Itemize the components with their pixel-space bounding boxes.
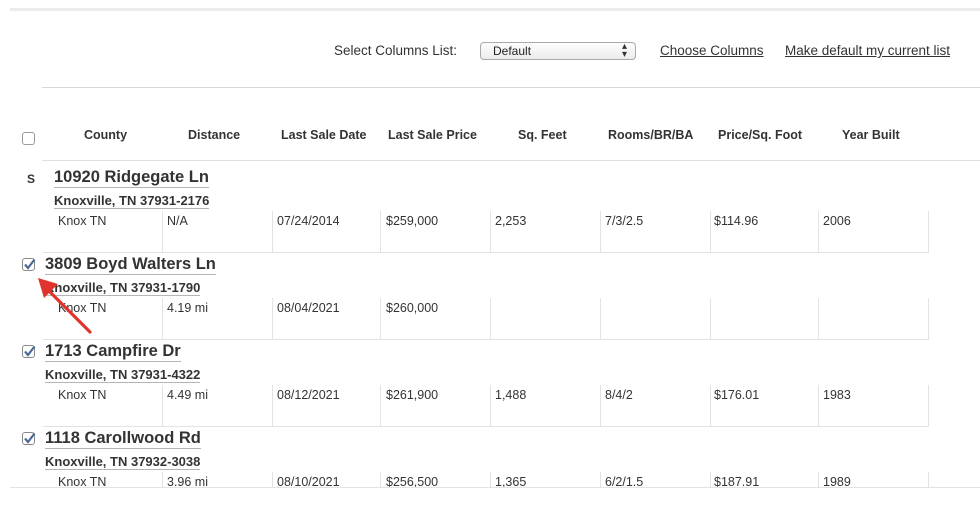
table-row: Knox TN 4.19 mi 08/04/2021 $260,000 bbox=[43, 298, 929, 340]
subject-tag: S bbox=[27, 172, 36, 186]
select-all-checkbox[interactable] bbox=[22, 132, 35, 145]
cell-price-sqft bbox=[711, 298, 819, 340]
columns-toolbar: Select Columns List: Default ▴ ▾ Choose C… bbox=[0, 41, 980, 61]
cell-sale-price: $259,000 bbox=[381, 211, 491, 253]
header-county: County bbox=[84, 128, 128, 142]
cell-distance: 4.49 mi bbox=[163, 385, 273, 427]
cell-distance: 3.96 mi bbox=[163, 472, 273, 487]
choose-columns-link[interactable]: Choose Columns bbox=[660, 43, 764, 58]
checkmark-icon bbox=[24, 258, 36, 270]
cell-price-sqft: $187.91 bbox=[711, 472, 819, 487]
annotation-arrow-icon bbox=[38, 278, 92, 334]
toolbar-divider bbox=[42, 87, 980, 88]
cell-county: Knox TN bbox=[43, 385, 163, 427]
header-price-per-sqft: Price/Sq. Foot bbox=[718, 128, 803, 142]
cell-sale-date: 08/12/2021 bbox=[273, 385, 381, 427]
bottom-border bbox=[10, 487, 980, 488]
listing-checkbox[interactable] bbox=[22, 432, 36, 445]
header-year-built: Year Built bbox=[842, 128, 900, 142]
header-divider bbox=[42, 160, 980, 161]
cell-sqft bbox=[491, 298, 601, 340]
cell-sqft: 1,365 bbox=[491, 472, 601, 487]
header-distance: Distance bbox=[188, 128, 241, 142]
listing-comparable: 1118 Carollwood Rd Knoxville, TN 37932-3… bbox=[0, 428, 980, 487]
header-last-sale-price: Last Sale Price bbox=[388, 128, 477, 142]
listing-address[interactable]: 10920 Ridgegate Ln bbox=[54, 168, 209, 188]
listing-checkbox[interactable] bbox=[22, 345, 36, 358]
table-row: Knox TN 4.49 mi 08/12/2021 $261,900 1,48… bbox=[43, 385, 929, 427]
checkmark-icon bbox=[24, 345, 36, 357]
cell-year: 1989 bbox=[819, 472, 929, 487]
header-sq-feet: Sq. Feet bbox=[518, 128, 567, 142]
cell-price-sqft: $176.01 bbox=[711, 385, 819, 427]
cell-rooms bbox=[601, 298, 711, 340]
cell-distance: 4.19 mi bbox=[163, 298, 273, 340]
listing-city[interactable]: Knoxville, TN 37932-3038 bbox=[45, 454, 201, 470]
cell-sale-price: $260,000 bbox=[381, 298, 491, 340]
listing-city[interactable]: Knoxville, TN 37931-2176 bbox=[54, 193, 210, 209]
cell-county: Knox TN bbox=[43, 472, 163, 487]
cell-rooms: 7/3/2.5 bbox=[601, 211, 711, 253]
table-row: Knox TN 3.96 mi 08/10/2021 $256,500 1,36… bbox=[43, 472, 929, 487]
checkmark-icon bbox=[24, 432, 36, 444]
cell-year: 2006 bbox=[819, 211, 929, 253]
cell-year bbox=[819, 298, 929, 340]
cell-county: Knox TN bbox=[43, 211, 163, 253]
header-last-sale-date: Last Sale Date bbox=[281, 128, 367, 142]
cell-price-sqft: $114.96 bbox=[711, 211, 819, 253]
table-header: County Distance Last Sale Date Last Sale… bbox=[0, 128, 980, 145]
listing-checkbox[interactable] bbox=[22, 258, 36, 271]
cell-sale-price: $256,500 bbox=[381, 472, 491, 487]
cell-rooms: 6/2/1.5 bbox=[601, 472, 711, 487]
columns-list-select[interactable]: Default bbox=[480, 42, 636, 60]
listing-address[interactable]: 1118 Carollwood Rd bbox=[45, 429, 201, 449]
header-rooms: Rooms/BR/BA bbox=[608, 128, 694, 142]
listing-address[interactable]: 1713 Campfire Dr bbox=[45, 342, 181, 362]
cell-sale-date: 08/04/2021 bbox=[273, 298, 381, 340]
table-row: Knox TN N/A 07/24/2014 $259,000 2,253 7/… bbox=[43, 211, 929, 253]
top-border bbox=[10, 8, 980, 11]
cell-year: 1983 bbox=[819, 385, 929, 427]
cell-sqft: 2,253 bbox=[491, 211, 601, 253]
cell-sale-date: 08/10/2021 bbox=[273, 472, 381, 487]
cell-sale-price: $261,900 bbox=[381, 385, 491, 427]
cell-sqft: 1,488 bbox=[491, 385, 601, 427]
cell-sale-date: 07/24/2014 bbox=[273, 211, 381, 253]
make-default-link[interactable]: Make default my current list bbox=[785, 43, 950, 58]
listing-city[interactable]: Knoxville, TN 37931-4322 bbox=[45, 367, 201, 383]
cell-rooms: 8/4/2 bbox=[601, 385, 711, 427]
cell-distance: N/A bbox=[163, 211, 273, 253]
select-columns-label: Select Columns List: bbox=[334, 43, 458, 58]
